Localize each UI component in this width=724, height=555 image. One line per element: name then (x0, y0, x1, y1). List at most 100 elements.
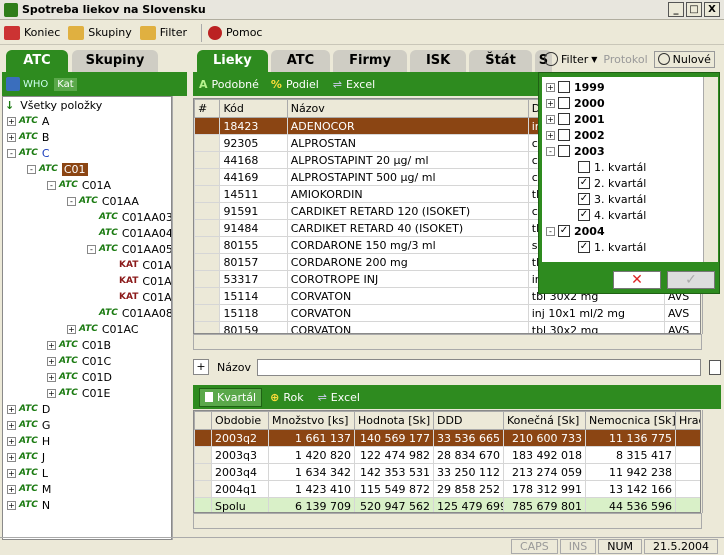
checkbox[interactable]: ✓ (578, 177, 590, 189)
checkbox[interactable]: ✓ (558, 225, 570, 237)
tree-node[interactable]: + ATC C01B (47, 337, 111, 353)
period-option[interactable]: ✓ 2. kvartál (566, 175, 646, 191)
expand-toggle-icon[interactable]: + (7, 452, 16, 462)
table-cell[interactable]: 33 536 665 (433, 429, 504, 447)
table-cell[interactable]: 80157 (219, 253, 288, 271)
table-row[interactable]: 2004q1 1 423 410 115 549 872 29 858 252 178 … (194, 480, 700, 498)
table-cell[interactable]: CARDIKET RETARD 40 (ISOKET) (286, 219, 529, 237)
total-row[interactable]: Spolu 6 139 709 520 947 562 125 479 699 785 … (194, 497, 700, 512)
column-header[interactable]: Obdobie (211, 411, 269, 430)
row-header[interactable] (194, 185, 221, 203)
tab-groups[interactable]: Skupiny (72, 50, 158, 72)
expand-toggle-icon[interactable]: + (47, 372, 56, 382)
table-cell[interactable]: 2003q4 (211, 463, 269, 481)
expand-toggle-icon[interactable]: + (67, 324, 76, 334)
table-cell[interactable]: 28 834 670 (433, 446, 504, 464)
table-cell[interactable]: CORVATON (286, 287, 529, 305)
table-cell[interactable]: 125 479 699 (433, 497, 504, 512)
column-header[interactable]: Nemocnica [Sk] (585, 411, 676, 430)
tree-node[interactable]: + ATC D (7, 401, 50, 417)
table-cell[interactable]: 44169 (219, 168, 288, 186)
period-hscrollbar[interactable] (193, 513, 702, 529)
table-cell[interactable]: ADENOCOR (286, 117, 529, 135)
tree-node[interactable]: + ATC N (7, 497, 50, 513)
table-cell[interactable]: 80155 (219, 236, 288, 254)
period-option[interactable]: ✓ 3. kvartál (566, 191, 646, 207)
excel-button[interactable]: Excel (346, 78, 375, 91)
expand-toggle-icon[interactable]: + (546, 130, 555, 140)
expand-toggle-icon[interactable]: - (546, 146, 555, 156)
checkbox[interactable] (558, 113, 570, 125)
table-cell[interactable]: CARDIKET RETARD 120 (ISOKET) (286, 202, 529, 220)
similar-button[interactable]: Podobné (212, 78, 259, 91)
table-cell[interactable]: CORVATON (286, 304, 529, 322)
table-cell[interactable]: 15114 (219, 287, 288, 305)
checkbox[interactable] (558, 81, 570, 93)
row-header[interactable] (194, 304, 221, 322)
tree-node[interactable]: + ATC G (7, 417, 50, 433)
table-cell[interactable]: 150 (675, 480, 700, 498)
expand-toggle-icon[interactable]: + (7, 420, 16, 430)
tree-node[interactable]: + ATC L (7, 465, 48, 481)
row-header[interactable] (194, 202, 221, 220)
tab-companies[interactable]: Firmy (333, 50, 407, 72)
tree-root[interactable]: ↓ Všetky položky (5, 97, 102, 113)
table-cell[interactable]: AVS (663, 304, 700, 322)
table-cell[interactable]: inj 10x1 ml/2 mg (527, 304, 665, 322)
tree-node[interactable]: KAT C01A (107, 289, 171, 305)
table-cell[interactable]: CORVATON (286, 321, 529, 333)
expand-toggle-icon[interactable]: + (47, 356, 56, 366)
table-cell[interactable]: CORDARONE 150 mg/3 ml (286, 236, 529, 254)
tree-node[interactable]: + ATC H (7, 433, 50, 449)
table-cell[interactable]: 2003q3 (211, 446, 269, 464)
row-header[interactable] (194, 134, 221, 152)
table-cell[interactable]: 520 947 562 (354, 497, 434, 512)
row-header[interactable] (194, 446, 212, 464)
expand-toggle-icon[interactable]: + (546, 82, 555, 92)
close-button[interactable]: X (704, 2, 720, 17)
tree-node[interactable]: + ATC B (7, 129, 49, 145)
table-cell[interactable]: 53317 (219, 270, 288, 288)
checkbox[interactable]: ✓ (578, 193, 590, 205)
share-button[interactable]: Podiel (286, 78, 319, 91)
table-cell[interactable]: COROTROPE INJ (286, 270, 529, 288)
checkbox[interactable]: ✓ (578, 241, 590, 253)
column-header[interactable]: Konečná [Sk] (503, 411, 586, 430)
table-cell[interactable]: ALPROSTAPINT 20 µg/ ml (286, 151, 529, 169)
table-cell[interactable]: 6 139 709 (268, 497, 355, 512)
help-button[interactable]: Pomoc (208, 25, 262, 40)
kat-button[interactable]: Kat (54, 77, 77, 91)
tree-node[interactable]: - ATC C01 (27, 161, 88, 177)
table-row[interactable]: 15118CORVATONinj 10x1 ml/2 mgAVSSKC01DX1… (194, 304, 700, 322)
filter-button[interactable]: Filter (139, 25, 187, 40)
table-cell[interactable]: 2004q1 (211, 480, 269, 498)
table-cell[interactable]: 122 474 982 (354, 446, 434, 464)
checkbox[interactable] (578, 161, 590, 173)
tree-node[interactable]: + ATC C01AC (67, 321, 139, 337)
table-cell[interactable]: 2003q2 (211, 429, 269, 447)
name-filter-input[interactable] (256, 358, 701, 376)
row-header[interactable] (194, 287, 221, 305)
table-cell[interactable]: 11 942 238 (585, 463, 676, 481)
expand-toggle-icon[interactable]: + (546, 114, 555, 124)
table-cell[interactable]: 33 250 112 (433, 463, 504, 481)
expand-toggle-icon[interactable]: + (47, 340, 56, 350)
checkbox[interactable] (558, 145, 570, 157)
table-row[interactable]: 80159CORVATONtbl 30x2 mgAVSDC01DX1283 (194, 321, 700, 333)
expand-toggle-icon[interactable]: - (546, 226, 555, 236)
table-cell[interactable]: 115 549 872 (354, 480, 434, 498)
table-cell[interactable]: 18423 (219, 117, 288, 135)
table-cell[interactable]: CORDARONE 200 mg (286, 253, 529, 271)
expand-toggle-icon[interactable]: + (7, 484, 16, 494)
table-cell[interactable]: 92305 (219, 134, 288, 152)
table-cell[interactable]: 1 420 820 (268, 446, 355, 464)
tree-node[interactable]: + ATC C01E (47, 385, 111, 401)
tree-node[interactable]: KAT C01A (107, 273, 171, 289)
cancel-button[interactable]: ✕ (613, 271, 661, 289)
expand-toggle-icon[interactable]: + (7, 436, 16, 446)
table-cell[interactable]: 140 569 177 (354, 429, 434, 447)
table-row[interactable]: 2003q3 1 420 820 122 474 982 28 834 670 183 … (194, 446, 700, 464)
table-cell[interactable]: 183 492 018 (503, 446, 586, 464)
table-cell[interactable]: 637 (675, 497, 700, 512)
table-cell[interactable]: 8 315 417 (585, 446, 676, 464)
